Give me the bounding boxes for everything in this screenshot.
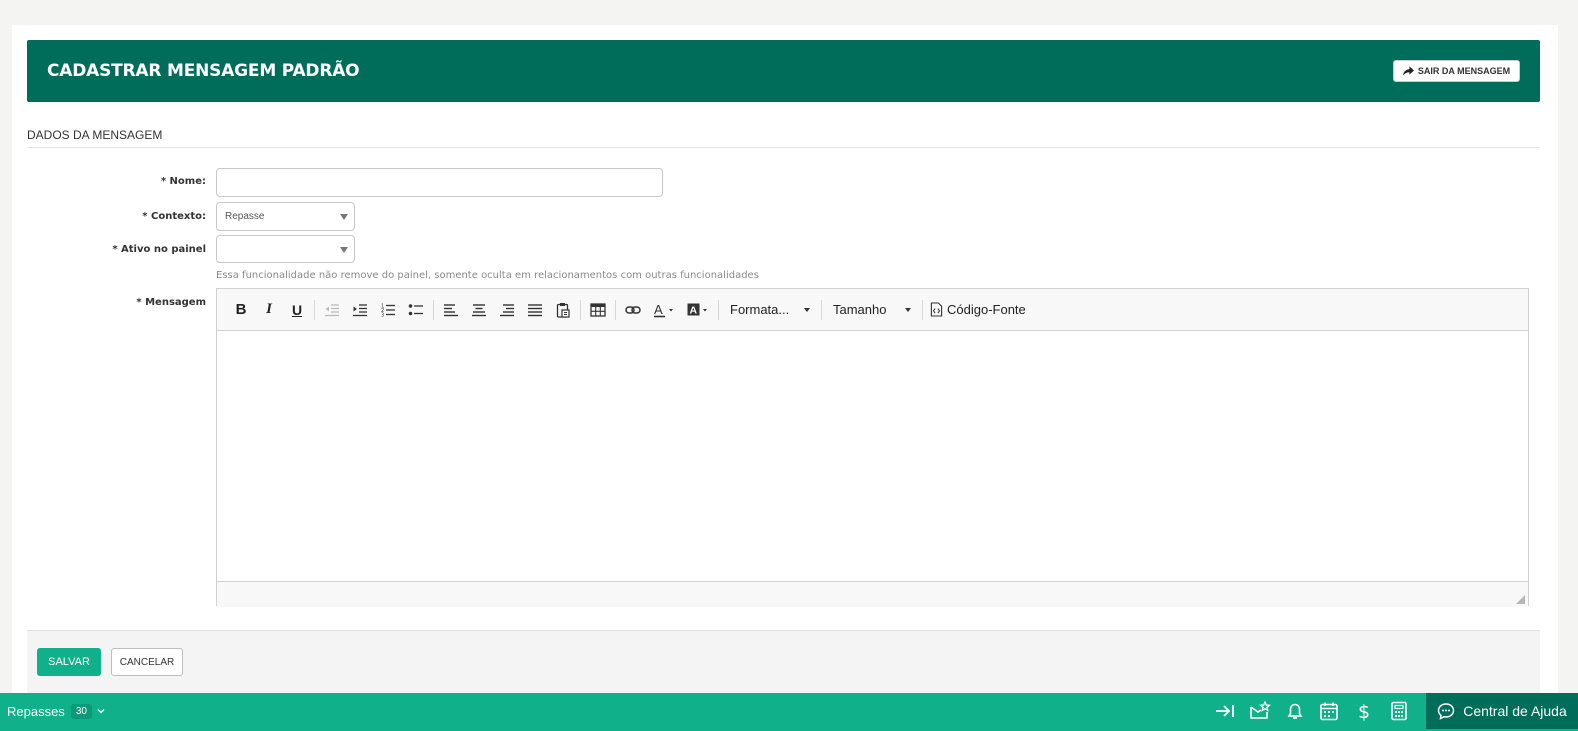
active-label: * Ativo no painel — [112, 244, 206, 255]
toolbar-separator — [615, 299, 616, 320]
context-label: * Contexto: — [142, 211, 206, 222]
indent-icon — [353, 303, 367, 316]
align-justify-button[interactable] — [521, 296, 549, 324]
link-icon — [625, 305, 641, 314]
help-center-button[interactable]: Central de Ajuda — [1426, 693, 1578, 729]
svg-text:3: 3 — [381, 312, 384, 318]
toolbar-separator — [433, 299, 434, 320]
numbered-list-button[interactable]: 123 — [374, 296, 402, 324]
text-color-icon: A — [654, 302, 673, 317]
svg-text:A: A — [654, 302, 663, 317]
align-right-button[interactable] — [493, 296, 521, 324]
background-color-icon: A — [687, 303, 707, 316]
chevron-down-icon — [340, 214, 348, 220]
toolbar-separator — [580, 299, 581, 320]
chevron-down-icon — [905, 307, 911, 312]
table-button[interactable] — [584, 296, 612, 324]
message-label: * Mensagem — [136, 297, 206, 308]
collapse-icon[interactable] — [1214, 701, 1236, 721]
active-hint: Essa funcionalidade não remove do painel… — [216, 270, 759, 281]
active-select[interactable] — [216, 235, 355, 263]
help-center-label: Central de Ajuda — [1463, 703, 1567, 719]
svg-text:A: A — [690, 304, 698, 316]
source-code-button[interactable]: Código-Fonte — [926, 296, 1034, 324]
italic-button[interactable]: I — [255, 296, 283, 324]
align-center-icon — [472, 303, 486, 316]
chevron-down-icon — [97, 709, 105, 714]
form-actions: SALVAR CANCELAR — [27, 630, 1540, 693]
name-input[interactable] — [216, 168, 663, 197]
align-right-icon — [500, 303, 514, 316]
cancel-button[interactable]: CANCELAR — [111, 648, 183, 676]
underline-button[interactable]: U — [283, 296, 311, 324]
size-dropdown[interactable]: Tamanho — [825, 296, 919, 324]
align-left-icon — [444, 303, 458, 316]
format-dropdown[interactable]: Formata... — [722, 296, 818, 324]
align-left-button[interactable] — [437, 296, 465, 324]
size-dropdown-label: Tamanho — [833, 302, 887, 317]
bullet-list-icon — [408, 303, 423, 315]
bottom-bar: Repasses 30 $ Central de Ajuda — [0, 693, 1578, 731]
bold-button[interactable]: B — [227, 296, 255, 324]
source-code-label: Código-Fonte — [947, 302, 1026, 317]
page-title: CADASTRAR MENSAGEM PADRÃO — [47, 61, 360, 81]
module-switcher[interactable]: Repasses 30 — [7, 693, 106, 729]
context-selected-value: Repasse — [225, 211, 265, 222]
resize-handle-icon[interactable] — [1516, 595, 1525, 604]
exit-message-label: SAIR DA MENSAGEM — [1417, 66, 1511, 76]
indent-button[interactable] — [346, 296, 374, 324]
editor-content-area[interactable] — [217, 331, 1528, 581]
bullet-list-button[interactable] — [402, 296, 430, 324]
clipboard-icon — [556, 302, 570, 318]
name-label: * Nome: — [160, 176, 206, 187]
share-arrow-icon — [1402, 66, 1414, 76]
link-button[interactable] — [619, 296, 647, 324]
editor-statusbar — [217, 581, 1528, 607]
outdent-button[interactable] — [318, 296, 346, 324]
calculator-icon[interactable] — [1388, 701, 1410, 721]
toolbar-separator — [718, 299, 719, 320]
table-icon — [590, 302, 606, 317]
text-color-button[interactable]: A — [647, 296, 681, 324]
exit-message-button[interactable]: SAIR DA MENSAGEM — [1393, 60, 1520, 82]
toolbar-separator — [314, 299, 315, 320]
favorite-mail-icon[interactable] — [1249, 700, 1272, 721]
background-color-button[interactable]: A — [681, 296, 715, 324]
main-panel: CADASTRAR MENSAGEM PADRÃO SAIR DA MENSAG… — [12, 25, 1558, 693]
module-name: Repasses — [7, 703, 65, 719]
page-header: CADASTRAR MENSAGEM PADRÃO SAIR DA MENSAG… — [27, 40, 1540, 102]
context-select[interactable]: Repasse — [216, 202, 355, 231]
rich-text-editor: B I U 123 A A Formata... Tamanho Código-… — [216, 288, 1529, 607]
calendar-icon[interactable] — [1318, 701, 1340, 721]
align-center-button[interactable] — [465, 296, 493, 324]
chat-icon — [1437, 703, 1455, 720]
editor-toolbar: B I U 123 A A Formata... Tamanho Código-… — [217, 289, 1528, 331]
svg-text:$: $ — [1358, 701, 1370, 721]
source-code-icon — [930, 302, 943, 317]
outdent-icon — [325, 303, 339, 316]
save-button[interactable]: SALVAR — [37, 648, 101, 676]
format-dropdown-label: Formata... — [730, 302, 790, 317]
paste-button[interactable] — [549, 296, 577, 324]
module-count-badge: 30 — [70, 703, 92, 719]
toolbar-separator — [821, 299, 822, 320]
bell-icon[interactable] — [1284, 701, 1306, 721]
chevron-down-icon — [340, 247, 348, 253]
numbered-list-icon: 123 — [381, 303, 395, 318]
dollar-icon[interactable]: $ — [1353, 701, 1375, 723]
align-justify-icon — [528, 303, 542, 316]
chevron-down-icon — [804, 307, 810, 312]
toolbar-separator — [922, 299, 923, 320]
section-title: DADOS DA MENSAGEM — [27, 128, 1540, 148]
